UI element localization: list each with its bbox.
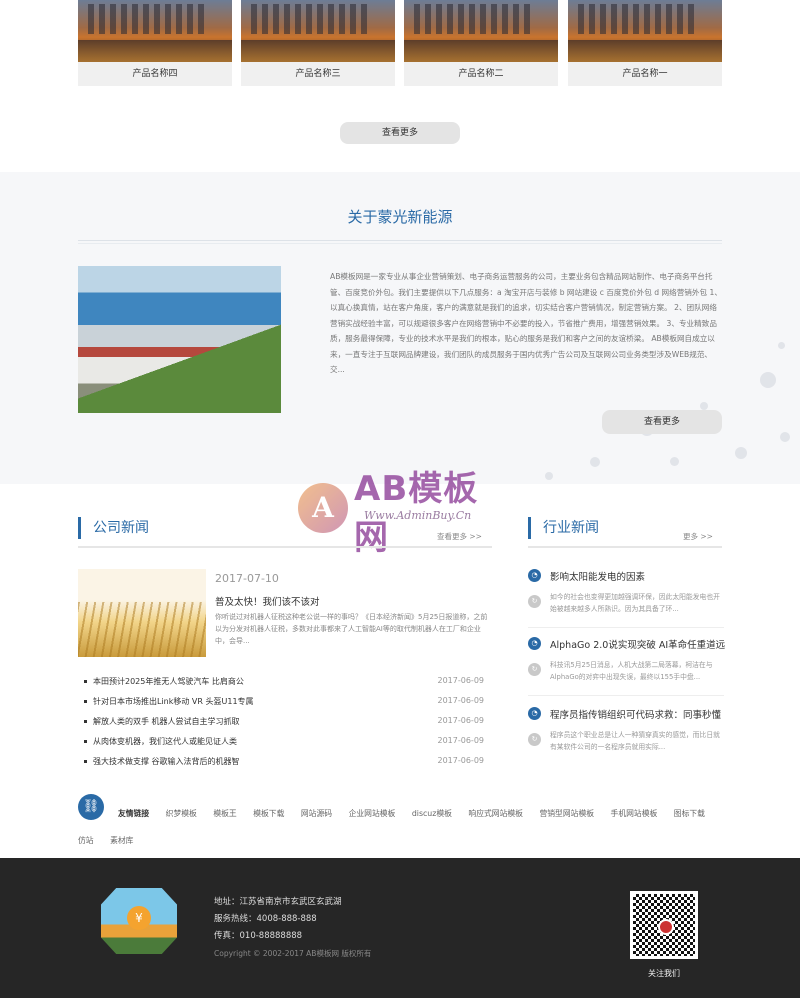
news-title[interactable]: 解放人类的双手 机器人尝试自主学习抓取 — [93, 717, 240, 726]
bullet-icon — [84, 720, 87, 723]
qr-caption: 关注我们 — [648, 969, 680, 978]
footer-logo: ¥ — [101, 888, 177, 954]
watermark-a-icon: A — [298, 483, 348, 533]
links-label: 友情链接 — [118, 809, 150, 818]
about-more-button[interactable]: 查看更多 — [602, 410, 722, 434]
product-image[interactable] — [404, 0, 558, 62]
industry-news-more-link[interactable]: 更多 >> — [683, 531, 713, 542]
product-image[interactable] — [78, 0, 232, 62]
friend-link[interactable]: 营销型网站模板 — [539, 809, 594, 818]
news-date: 2017-06-09 — [437, 736, 485, 745]
watermark-logo: A AB模板网 Www.AdminBuy.Cn — [298, 459, 508, 558]
friend-link[interactable]: 织梦模板 — [166, 809, 197, 818]
list-item[interactable]: 解放人类的双手 机器人尝试自主学习抓取 2017-06-09 — [84, 716, 484, 736]
news-title[interactable]: 强大技术做支撑 谷歌输入法背后的机器智 — [93, 757, 240, 766]
about-text: AB模板网是一家专业从事企业营销策划、电子商务运营服务的公司，主要业务包含精品网… — [330, 272, 722, 374]
news-title[interactable]: 针对日本市场推出Link移动 VR 头盔U11专属 — [93, 697, 254, 706]
refresh-icon: ↻ — [528, 733, 541, 746]
factory-photo — [78, 266, 281, 413]
news-title[interactable]: 影响太阳能发电的因素 — [550, 569, 645, 583]
watermark-url: Www.AdminBuy.Cn — [364, 509, 472, 522]
product-card[interactable]: 产品名称四 — [78, 0, 232, 86]
featured-news-date: 2017-07-10 — [215, 572, 279, 585]
product-name[interactable]: 产品名称二 — [404, 62, 558, 86]
featured-news-image[interactable] — [78, 569, 206, 657]
friend-link[interactable]: 模板王 — [213, 809, 236, 818]
news-dot-icon: ◔ — [528, 569, 541, 582]
product-image[interactable] — [568, 0, 722, 62]
company-news-title: 公司新闻 — [78, 517, 149, 539]
divider — [528, 627, 724, 628]
news-date: 2017-06-09 — [437, 696, 485, 705]
product-name[interactable]: 产品名称三 — [241, 62, 395, 86]
friend-link[interactable]: 模板下载 — [253, 809, 284, 818]
featured-news-summary: 你听说过对机器人征税这种老公说一样的事吗？《日本经济新闻》5月25日报道称，之前… — [215, 613, 488, 645]
news-date: 2017-06-09 — [437, 676, 485, 685]
friend-link[interactable]: 仿站 — [78, 836, 94, 845]
product-name[interactable]: 产品名称一 — [568, 62, 722, 86]
divider — [528, 695, 724, 696]
list-item[interactable]: 针对日本市场推出Link移动 VR 头盔U11专属 2017-06-09 — [84, 696, 484, 716]
news-title[interactable]: 从肉体变机器，我们这代人或能见证人类 — [93, 737, 237, 746]
list-item[interactable]: 从肉体变机器，我们这代人或能见证人类 2017-06-09 — [84, 736, 484, 756]
about-title: 关于蒙光新能源 — [347, 208, 453, 226]
friend-link[interactable]: 图标下载 — [674, 809, 705, 818]
products-more-button[interactable]: 查看更多 — [340, 122, 460, 144]
news-dot-icon: ◔ — [528, 707, 541, 720]
news-summary: 如今的社会也变得更加越强调环保，因此太阳能发电也开始被越来越多人所熟识。因为其具… — [550, 593, 720, 613]
about-section: 关于蒙光新能源 AB模板网是一家专业从事企业营销策划、电子商务运营服务的公司，主… — [0, 172, 800, 484]
news-date: 2017-06-09 — [437, 716, 485, 725]
footer-fax: 传真：010-88888888 — [214, 931, 303, 941]
bullet-icon — [84, 700, 87, 703]
friend-link[interactable]: discuz模板 — [412, 809, 452, 818]
company-news-more-link[interactable]: 查看更多 >> — [437, 531, 482, 542]
footer-hotline: 服务热线：4008-888-888 — [214, 914, 317, 924]
product-card[interactable]: 产品名称二 — [404, 0, 558, 86]
refresh-icon: ↻ — [528, 663, 541, 676]
refresh-icon: ↻ — [528, 595, 541, 608]
bullet-icon — [84, 760, 87, 763]
divider — [78, 240, 722, 241]
list-item[interactable]: 本田预计2025年推无人驾驶汽车 比肩商公 2017-06-09 — [84, 676, 484, 696]
featured-news-headline[interactable]: 普及太快！我们该不该对 — [215, 594, 320, 608]
news-date: 2017-06-09 — [437, 756, 485, 765]
product-image[interactable] — [241, 0, 395, 62]
footer-address: 地址：江苏省南京市玄武区玄武湖 — [214, 897, 342, 907]
news-title[interactable]: AlphaGo 2.0说实现突破 AI革命任重道远 — [550, 637, 725, 651]
bullet-icon — [84, 680, 87, 683]
news-title[interactable]: 本田预计2025年推无人驾驶汽车 比肩商公 — [93, 677, 244, 686]
qr-code-icon — [630, 891, 698, 959]
list-item[interactable]: 强大技术做支撑 谷歌输入法背后的机器智 2017-06-09 — [84, 756, 484, 776]
money-bag-icon: ¥ — [127, 906, 151, 930]
product-card[interactable]: 产品名称三 — [241, 0, 395, 86]
news-title[interactable]: 程序员指传销组织可代码求救：同事秒懂 — [550, 707, 721, 721]
footer-copyright: Copyright © 2002-2017 AB模板网 版权所有 — [214, 949, 372, 958]
friend-link[interactable]: 素材库 — [110, 836, 133, 845]
friend-link[interactable]: 手机网站模板 — [611, 809, 658, 818]
friend-link[interactable]: 响应式网站模板 — [468, 809, 523, 818]
product-card[interactable]: 产品名称一 — [568, 0, 722, 86]
divider — [528, 546, 722, 548]
products-section: 产品名称四 产品名称三 产品名称二 产品名称一 查看更多 — [0, 0, 800, 172]
news-summary: 程序员这个职业总是让人一种猜穿真实的感觉，而比日就有某软件公司的一名程序员就用实… — [550, 731, 720, 751]
product-name[interactable]: 产品名称四 — [78, 62, 232, 86]
friend-links: 友情链接 织梦模板 模板王 模板下载 网站源码 企业网站模板 discuz模板 … — [78, 800, 723, 854]
industry-news-title: 行业新闻 — [528, 517, 599, 539]
news-dot-icon: ◔ — [528, 637, 541, 650]
bullet-icon — [84, 740, 87, 743]
news-summary: 科技讯5月25日消息，人机大战第二局落幕，柯洁在与AlphaGo的对弈中出现失误… — [550, 661, 713, 681]
divider — [78, 546, 492, 548]
friend-link[interactable]: 企业网站模板 — [349, 809, 396, 818]
friend-link[interactable]: 网站源码 — [301, 809, 332, 818]
divider — [78, 243, 722, 244]
